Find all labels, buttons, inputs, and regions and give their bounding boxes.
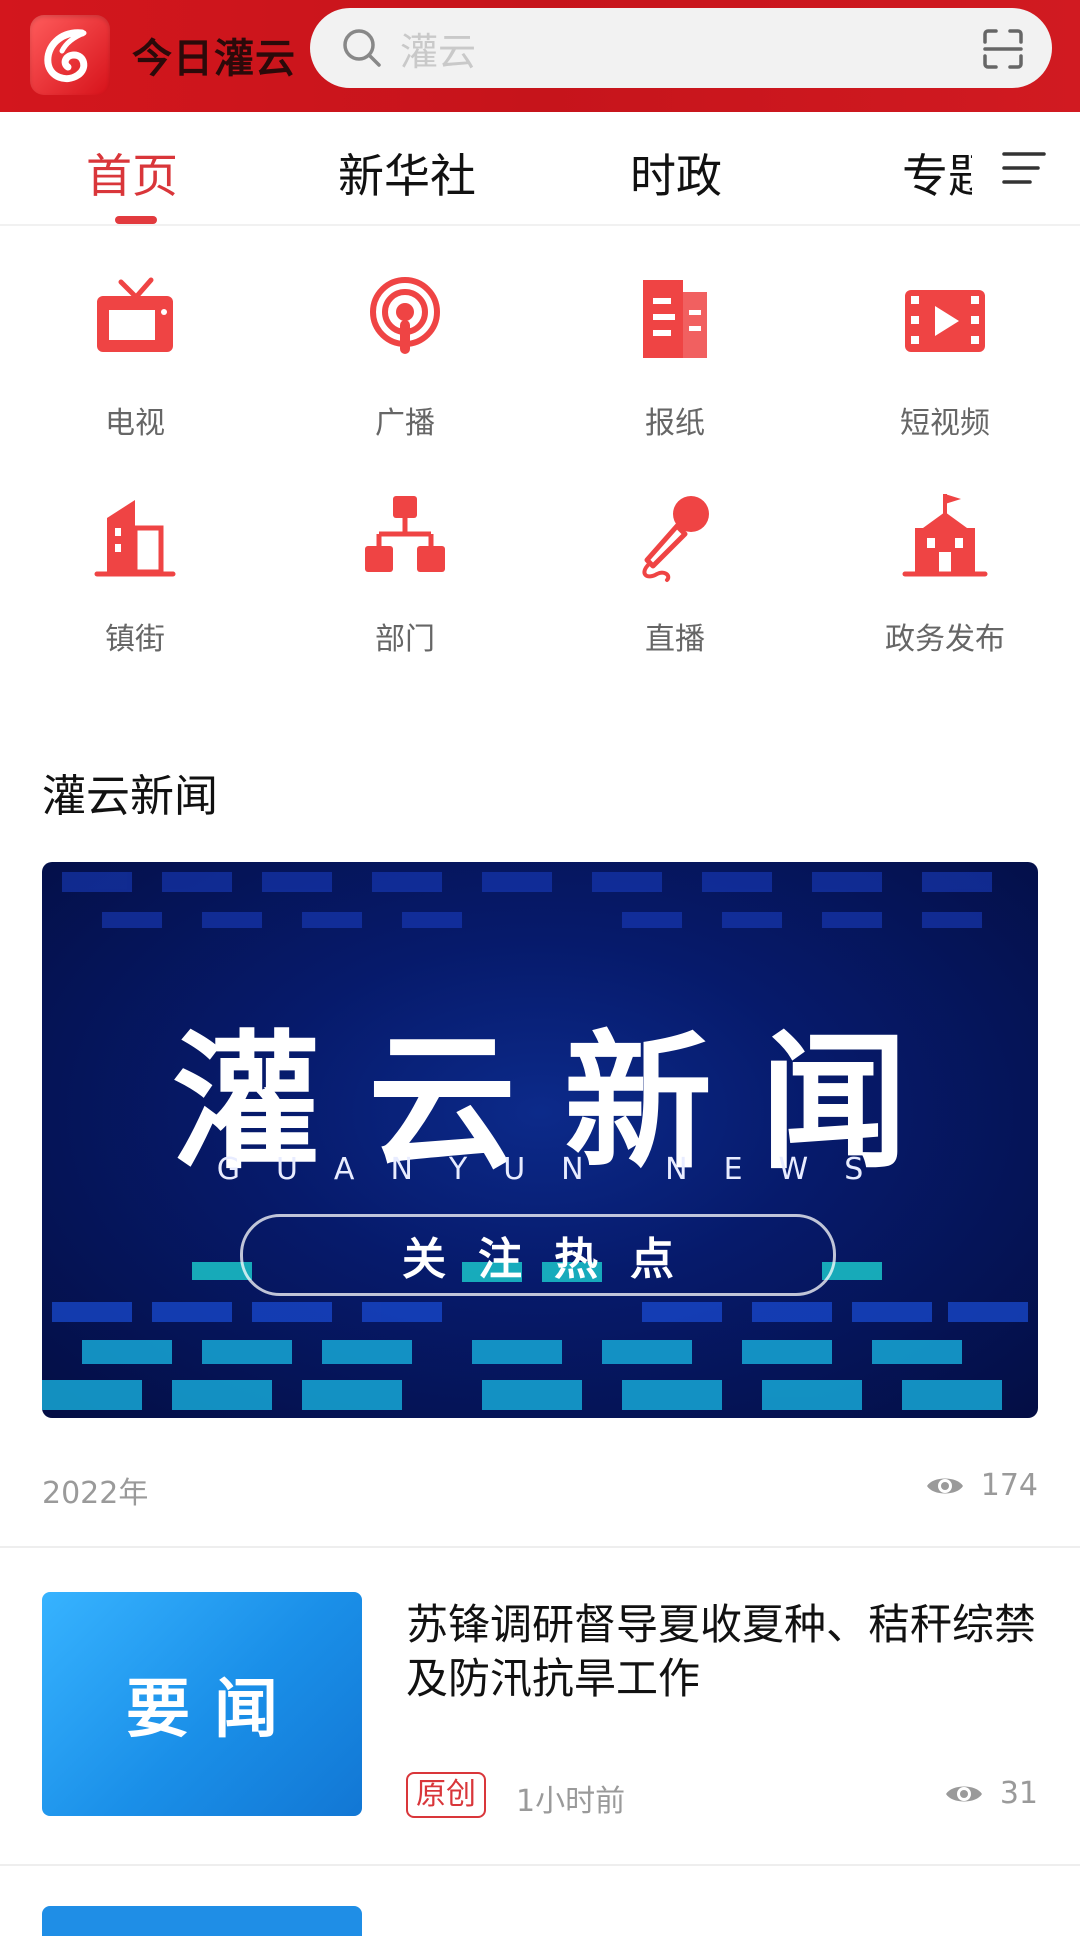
logo-icon bbox=[30, 15, 110, 95]
app-name: 今日灌云 bbox=[132, 36, 296, 82]
divider bbox=[0, 1864, 1080, 1866]
microphone-icon bbox=[642, 496, 709, 582]
scan-icon[interactable] bbox=[982, 28, 1024, 70]
grid-label: 直播 bbox=[645, 622, 705, 657]
divider bbox=[0, 1546, 1080, 1548]
news-thumbnail[interactable]: 要闻 bbox=[42, 1592, 362, 1816]
grid-label: 报纸 bbox=[645, 406, 705, 441]
banner-pill: 关注热点 bbox=[240, 1214, 836, 1296]
grid-label: 部门 bbox=[375, 622, 435, 657]
search-bar[interactable]: 灌云 bbox=[310, 8, 1052, 88]
grid-label: 政务发布 bbox=[885, 622, 1005, 657]
grid-item-radio[interactable]: 广播 bbox=[305, 272, 505, 442]
news-view-count: 31 bbox=[944, 1776, 1038, 1811]
view-count-value: 174 bbox=[980, 1468, 1038, 1503]
tab-special[interactable]: 专题 bbox=[902, 140, 972, 206]
category-tabs: 首页 新华社 时政 专题 bbox=[0, 112, 1080, 226]
publish-date: 2022年 bbox=[42, 1476, 149, 1511]
section-title: 灌云新闻 bbox=[42, 771, 218, 822]
tv-icon bbox=[97, 277, 173, 352]
tab-xinhua[interactable]: 新华社 bbox=[338, 140, 476, 206]
banner-subtitle: GUANYUN NEWS bbox=[216, 1152, 900, 1187]
tab-home[interactable]: 首页 bbox=[86, 140, 178, 206]
grid-label: 电视 bbox=[105, 406, 165, 441]
grid-item-tv[interactable]: 电视 bbox=[35, 272, 235, 442]
grid-item-short-video[interactable]: 短视频 bbox=[845, 272, 1045, 442]
grid-label: 短视频 bbox=[900, 406, 990, 441]
government-building-icon bbox=[902, 494, 988, 577]
eye-icon bbox=[945, 1786, 982, 1801]
grid-item-government[interactable]: 政务发布 bbox=[845, 488, 1045, 658]
next-news-thumbnail[interactable] bbox=[42, 1906, 362, 1936]
grid-item-town[interactable]: 镇街 bbox=[35, 488, 235, 658]
broadcast-icon bbox=[370, 277, 440, 354]
original-tag: 原创 bbox=[406, 1772, 486, 1818]
building-icon bbox=[94, 500, 176, 577]
news-view-count-value: 31 bbox=[999, 1776, 1038, 1811]
search-icon bbox=[343, 29, 381, 67]
thumbnail-text: 要闻 bbox=[126, 1673, 302, 1747]
grid-item-department[interactable]: 部门 bbox=[305, 488, 505, 658]
app-logo[interactable]: 今日灌云 bbox=[30, 10, 300, 100]
view-count: 174 bbox=[925, 1468, 1038, 1503]
grid-item-live[interactable]: 直播 bbox=[575, 488, 775, 658]
news-meta: 原创 1小时前 31 bbox=[406, 1772, 1038, 1820]
news-banner[interactable]: 灌云新闻 GUANYUN NEWS 关注热点 bbox=[42, 862, 1038, 1418]
news-title[interactable]: 苏锋调研督导夏收夏种、秸秆综禁及防汛抗旱工作 bbox=[406, 1598, 1046, 1706]
org-chart-icon bbox=[365, 496, 445, 572]
grid-label: 镇街 bbox=[105, 622, 165, 657]
grid-label: 广播 bbox=[375, 406, 435, 441]
menu-icon[interactable] bbox=[998, 150, 1046, 186]
eye-icon bbox=[926, 1478, 963, 1493]
active-tab-indicator bbox=[115, 216, 157, 224]
top-header: 今日灌云 灌云 bbox=[0, 0, 1080, 112]
newspaper-icon bbox=[643, 280, 707, 358]
grid-item-newspaper[interactable]: 报纸 bbox=[575, 272, 775, 442]
search-placeholder: 灌云 bbox=[400, 29, 477, 74]
banner-meta: 2022年 174 bbox=[42, 1464, 1038, 1511]
tab-politics[interactable]: 时政 bbox=[630, 140, 722, 206]
news-time: 1小时前 bbox=[516, 1784, 626, 1819]
short-video-icon bbox=[905, 290, 985, 352]
